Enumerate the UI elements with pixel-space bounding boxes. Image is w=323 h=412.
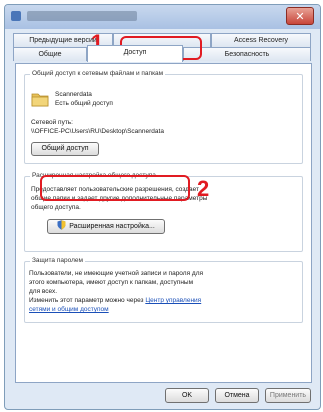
folder-title-icon [11, 11, 21, 21]
sharing-group-title: Общий доступ к сетевым файлам и папкам [30, 70, 166, 77]
password-text-4: Изменить этот параметр можно через Центр… [29, 297, 201, 304]
password-text-1: Пользователи, не имеющие учетной записи … [29, 270, 204, 277]
tab-security[interactable]: Безопасность [183, 47, 311, 61]
ok-button[interactable]: OK [165, 388, 209, 403]
password-text-4-prefix: Изменить этот параметр можно через [29, 297, 144, 304]
shield-icon [57, 220, 66, 230]
network-sharing-link[interactable]: сетями и общим доступом [29, 306, 109, 313]
folder-status: Есть общий доступ [55, 100, 113, 107]
password-text-2: этого компьютера, имеют доступ к папкам,… [29, 279, 194, 286]
password-group-title: Защита паролем [30, 257, 85, 264]
tab-general[interactable]: Общие [13, 47, 87, 61]
network-path-value: \\OFFICE-PC\Users\RU\Desktop\Scannerdata [31, 128, 164, 135]
share-button[interactable]: Общий доступ [31, 142, 99, 156]
advanced-description-3: общего доступа. [31, 204, 81, 211]
password-group: Защита паролем Пользователи, не имеющие … [24, 257, 303, 323]
properties-window: ✕ Предыдущие версии Access Recovery Общи… [4, 4, 321, 410]
sharing-panel: Общий доступ к сетевым файлам и папкам S… [15, 63, 312, 383]
advanced-sharing-button[interactable]: Расширенная настройка... [47, 219, 165, 234]
tab-sharing[interactable]: Доступ [87, 45, 183, 62]
advanced-button-highlight [40, 175, 190, 201]
sharing-group: Общий доступ к сетевым файлам и папкам S… [24, 70, 303, 164]
step-2-callout: 2 [197, 176, 210, 201]
apply-button[interactable]: Применить [265, 388, 311, 403]
tab-access-recovery[interactable]: Access Recovery [211, 33, 311, 47]
cancel-button[interactable]: Отмена [215, 388, 259, 403]
window-title [27, 11, 137, 21]
title-bar[interactable]: ✕ [5, 5, 320, 29]
folder-icon [31, 93, 49, 107]
advanced-sharing-button-label: Расширенная настройка... [69, 223, 155, 230]
network-center-link[interactable]: Центр управления [145, 297, 201, 304]
close-icon: ✕ [295, 10, 305, 23]
close-button[interactable]: ✕ [286, 7, 314, 25]
password-text-3: для всех. [29, 288, 58, 295]
folder-name: Scannerdata [55, 91, 92, 98]
network-path-label: Сетевой путь: [31, 119, 73, 126]
